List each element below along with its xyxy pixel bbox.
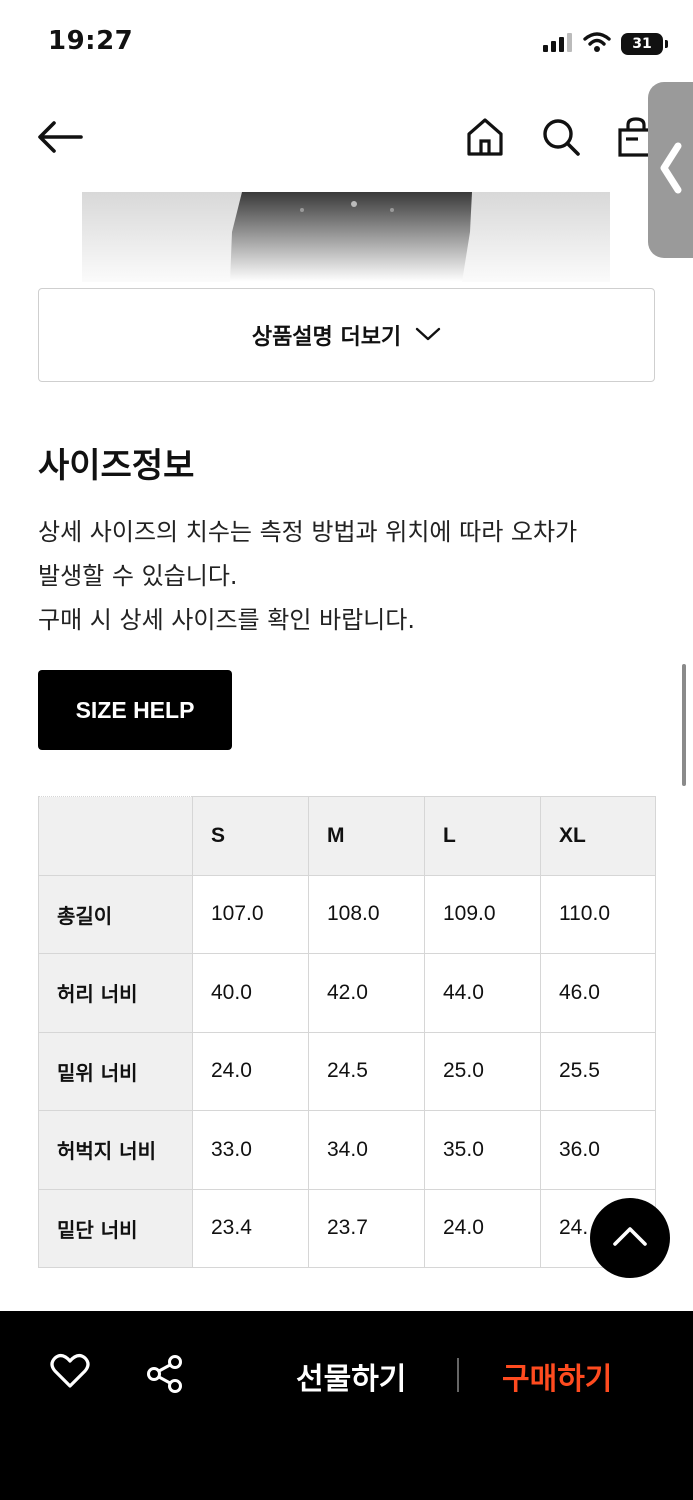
table-header-cell: M — [308, 796, 425, 876]
product-description-more-button[interactable]: 상품설명 더보기 — [38, 288, 655, 382]
search-icon[interactable] — [538, 114, 584, 160]
table-cell: 40.0 — [192, 953, 309, 1033]
table-cell: 107.0 — [192, 874, 309, 954]
arrow-up-icon — [612, 1225, 648, 1251]
row-label: 허벅지 너비 — [38, 1110, 193, 1190]
status-time: 19:27 — [48, 26, 134, 56]
table-row: 총길이 107.0 108.0 109.0 110.0 — [38, 874, 656, 954]
size-info-title: 사이즈정보 — [38, 446, 195, 486]
table-cell: 108.0 — [308, 874, 425, 954]
side-drawer-tab[interactable] — [648, 82, 693, 258]
table-header-cell: XL — [540, 796, 656, 876]
table-row: 밑단 너비 23.4 23.7 24.0 24. — [38, 1188, 656, 1268]
table-cell: 33.0 — [192, 1110, 309, 1190]
size-notice-line: 구매 시 상세 사이즈를 확인 바랍니다. — [38, 606, 415, 634]
table-cell: 24.0 — [192, 1031, 309, 1111]
bottom-action-bar — [0, 1311, 693, 1500]
buy-button[interactable]: 구매하기 — [502, 1354, 612, 1398]
chevron-down-icon — [415, 323, 441, 348]
table-cell: 24.5 — [308, 1031, 425, 1111]
table-cell: 23.7 — [308, 1188, 425, 1268]
size-table: S M L XL 총길이 107.0 108.0 109.0 110.0 허리 … — [38, 796, 656, 1268]
size-notice-line: 발생할 수 있습니다. — [38, 562, 238, 590]
table-cell: 36.0 — [540, 1110, 656, 1190]
table-row: 밑위 너비 24.0 24.5 25.0 25.5 — [38, 1031, 656, 1111]
table-cell: 24.0 — [424, 1188, 541, 1268]
share-icon[interactable] — [146, 1355, 184, 1397]
scrollbar[interactable] — [682, 664, 686, 786]
wifi-icon — [583, 31, 611, 57]
bar-divider — [457, 1358, 459, 1392]
top-nav-bar — [0, 100, 693, 176]
table-header-cell: S — [192, 796, 309, 876]
home-icon[interactable] — [462, 114, 508, 160]
table-header-row: S M L XL — [38, 796, 656, 876]
product-image — [82, 192, 610, 282]
chevron-left-icon — [658, 142, 693, 198]
table-cell: 25.0 — [424, 1031, 541, 1111]
back-arrow-icon[interactable] — [34, 114, 86, 160]
row-label: 밑단 너비 — [38, 1188, 193, 1268]
table-cell: 34.0 — [308, 1110, 425, 1190]
status-bar: 19:27 31 — [0, 0, 693, 84]
status-icons: 31 — [543, 30, 668, 58]
signal-icon — [543, 32, 573, 56]
battery-icon: 31 — [621, 33, 668, 55]
table-row: 허리 너비 40.0 42.0 44.0 46.0 — [38, 953, 656, 1033]
table-header-cell: L — [424, 796, 541, 876]
table-header-cell — [38, 796, 193, 876]
table-row: 허벅지 너비 33.0 34.0 35.0 36.0 — [38, 1110, 656, 1190]
table-cell: 44.0 — [424, 953, 541, 1033]
table-cell: 110.0 — [540, 874, 656, 954]
table-cell: 46.0 — [540, 953, 656, 1033]
row-label: 총길이 — [38, 874, 193, 954]
size-help-button[interactable]: SIZE HELP — [38, 670, 232, 750]
more-button-label: 상품설명 더보기 — [251, 325, 402, 350]
table-cell: 23.4 — [192, 1188, 309, 1268]
table-cell: 42.0 — [308, 953, 425, 1033]
heart-icon[interactable] — [50, 1353, 90, 1393]
row-label: 허리 너비 — [38, 953, 193, 1033]
size-notice-line: 상세 사이즈의 치수는 측정 방법과 위치에 따라 오차가 — [38, 518, 578, 546]
scroll-to-top-button[interactable] — [590, 1198, 670, 1278]
table-cell: 109.0 — [424, 874, 541, 954]
gift-button[interactable]: 선물하기 — [296, 1354, 406, 1398]
table-cell: 35.0 — [424, 1110, 541, 1190]
row-label: 밑위 너비 — [38, 1031, 193, 1111]
size-notice: 상세 사이즈의 치수는 측정 방법과 위치에 따라 오차가 발생할 수 있습니다… — [38, 510, 658, 642]
table-cell: 25.5 — [540, 1031, 656, 1111]
